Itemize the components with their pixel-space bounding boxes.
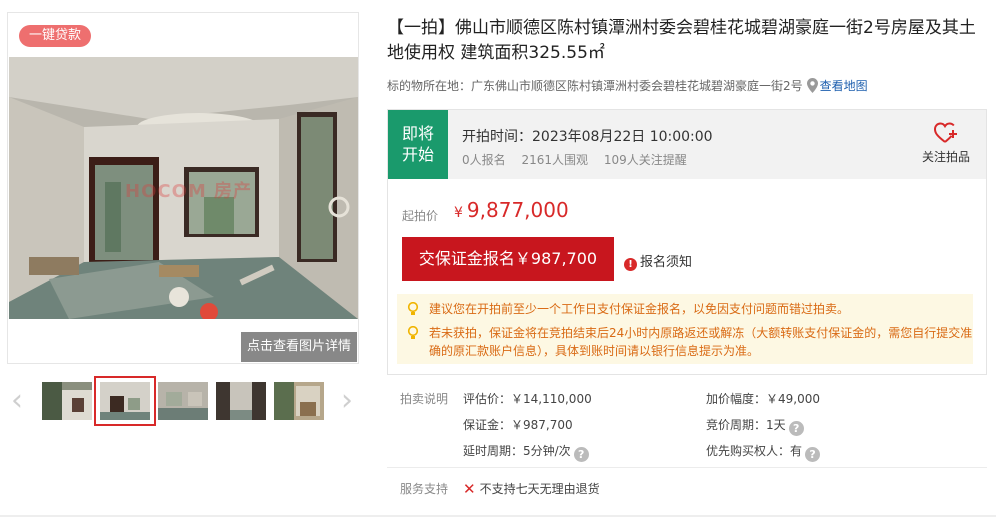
thumbnail-3-image [158,382,208,420]
view-map-link[interactable]: 查看地图 [820,79,868,93]
loan-tag[interactable]: 一键贷款 [19,25,92,47]
signup-notice-label: 报名须知 [640,255,693,270]
appraisal-value: 评估价：￥14,110,000 [463,392,592,406]
next-arrow-icon[interactable]: › [337,384,357,418]
thumbnail-4-image [216,382,266,420]
tip-text-2: 若未获拍，保证金将在竞拍结束后24小时内原路返还或解冻（大额转账支付保证金的，需… [429,326,973,358]
pay-deposit-button[interactable]: 交保证金报名￥987,700 [402,237,614,281]
tip-item: 若未获拍，保证金将在竞拍结束后24小时内原路返还或解冻（大额转账支付保证金的，需… [407,324,973,360]
thumbnail-1-image [42,382,92,420]
thumbnail-5[interactable] [274,382,324,420]
thumbnail-strip: ‹ › [7,374,359,428]
deposit-value: 保证金：￥987,700 [463,418,573,432]
help-icon[interactable]: ? [573,447,589,462]
thumbnail-2[interactable] [94,376,156,426]
viewer-count: 2161人围观 [521,153,589,167]
service-text: 不支持七天无理由退货 [479,482,600,496]
lightbulb-icon [407,301,419,321]
main-photo[interactable]: HOCOM 房产 [9,57,358,319]
signup-count: 0人报名 [462,153,506,167]
location-line: 标的物所在地：广东佛山市顺德区陈村镇潭洲村委会碧桂花城碧湖豪庭一街2号 查看地图 [387,77,868,98]
help-icon[interactable]: ? [805,447,821,462]
photo-watermark: HOCOM 房产 [125,181,253,202]
start-price-value: 9,877,000 [466,198,569,222]
start-price: ¥9,877,000 [454,198,569,222]
extension-period: 延时周期：5分钟/次? [463,442,589,462]
location-label: 标的物所在地： [387,79,472,93]
thumbnail-5-image [274,382,324,420]
follow-label: 关注拍品 [921,150,970,164]
photo-detail-button[interactable]: 点击查看图片详情 [241,332,357,362]
thumbnail-4[interactable] [216,382,266,420]
thumbnail-1[interactable] [42,382,92,420]
divider [387,467,987,468]
signup-notice-link[interactable]: ! 报名须知 [624,251,692,271]
heart-plus-icon [934,122,957,143]
location-text: 广东佛山市顺德区陈村镇潭洲村委会碧桂花城碧湖豪庭一街2号 [471,79,803,93]
auction-stats: 0人报名 2161人围观 109人关注提醒 [462,151,697,168]
thumbnail-3[interactable] [158,382,208,420]
priority-buyer-text: 优先购买权人：有 [706,444,803,458]
help-icon[interactable]: ? [788,421,804,436]
lightbulb-icon [407,325,419,345]
map-pin-icon [806,78,818,98]
close-icon: ✕ [463,480,476,498]
tips-box: 建议您在开拍前至少一个工作日支付保证金报名，以免因支付问题而错过拍卖。 若未获拍… [397,294,973,364]
thumbnail-2-image [100,382,150,420]
priority-buyer: 优先购买权人：有? [706,442,821,462]
listing-title: 【一拍】佛山市顺德区陈村镇潭洲村委会碧桂花城碧湖豪庭一街2号房屋及其土地使用权 … [387,18,976,63]
start-price-label: 起拍价 [402,209,439,223]
service-support: ✕ 不支持七天无理由退货 [463,480,600,498]
auction-panel: 即将 开始 开拍时间：2023年08月22日 10:00:00 0人报名 216… [387,109,987,375]
service-label: 服务支持 [400,482,449,496]
status-badge: 即将 开始 [388,110,448,179]
extension-period-text: 延时周期：5分钟/次 [463,444,571,458]
main-photo-card: HOCOM 房产 一键贷款 点击查看图片详情 [7,12,359,364]
tip-text-1: 建议您在开拍前至少一个工作日支付保证金报名，以免因支付问题而错过拍卖。 [429,302,850,316]
alert-icon: ! [624,258,637,271]
start-time: 开拍时间：2023年08月22日 10:00:00 [462,129,713,145]
status-bar: 即将 开始 开拍时间：2023年08月22日 10:00:00 0人报名 216… [388,110,986,179]
increment-value: 加价幅度：￥49,000 [706,392,820,406]
currency-symbol: ¥ [454,205,463,221]
follow-button[interactable]: 关注拍品 [916,122,976,165]
prev-arrow-icon[interactable]: ‹ [7,384,27,418]
page-bottom-divider [0,515,996,517]
auction-detail-page: HOCOM 房产 一键贷款 点击查看图片详情 ‹ › 【一拍】佛山市顺德区陈村镇… [0,0,996,520]
bidding-period: 竞价周期：1天? [706,416,804,436]
status-line-1: 即将 [402,124,435,143]
details-label: 拍卖说明 [400,392,449,406]
tip-item: 建议您在开拍前至少一个工作日支付保证金报名，以免因支付问题而错过拍卖。 [407,300,973,318]
bidding-period-text: 竞价周期：1天 [706,418,786,432]
status-line-2: 开始 [402,145,435,164]
follower-count: 109人关注提醒 [603,153,687,167]
